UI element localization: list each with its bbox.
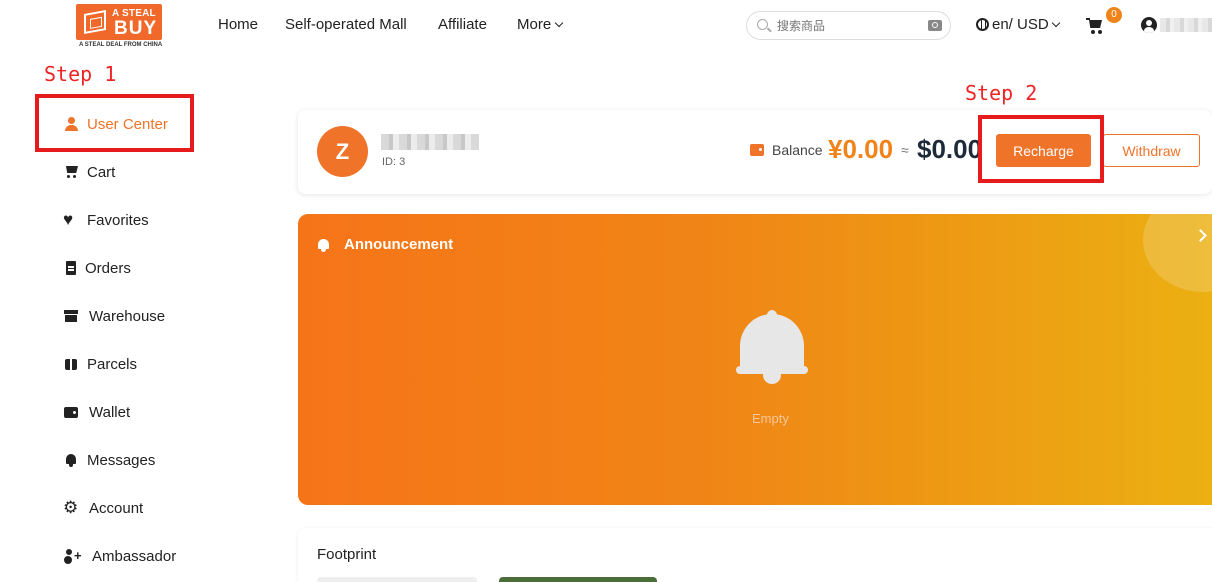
bell-icon [64,453,78,467]
sidebar-item-label: Wallet [89,404,131,421]
language-currency-label: en/ USD [992,16,1049,33]
nav-more-label: More [517,16,552,33]
step-1-highlight-box [35,94,194,152]
empty-bell-icon [736,310,808,388]
logo-box: A STEAL BUY [76,4,162,40]
sidebar-item-label: Warehouse [89,308,166,325]
sidebar-item-account[interactable]: Account [63,497,144,520]
chevron-down-icon [554,18,564,28]
step-2-highlight-box [978,115,1104,183]
balance-cny: ¥0.00 [828,134,894,164]
heart-icon [63,209,78,231]
logo-tagline: A STEAL DEAL FROM CHINA [79,42,163,48]
announcement-panel: Announcement Empty [298,214,1212,505]
balance-usd: $0.00 [917,134,983,164]
footprint-product-thumbnail[interactable] [499,577,657,582]
parcel-icon [64,357,78,371]
sidebar-item-wallet[interactable]: Wallet [64,402,130,424]
cart-icon [64,165,78,179]
sidebar-item-cart[interactable]: Cart [64,162,115,184]
user-account-icon[interactable] [1141,17,1157,33]
cart-count-badge: 0 [1106,7,1122,23]
sidebar-item-label: Messages [87,452,156,469]
wallet-icon [64,405,78,419]
chevron-down-icon [1051,18,1060,28]
sidebar-item-label: Parcels [87,356,138,373]
decorative-circle [1143,214,1212,292]
sidebar-item-warehouse[interactable]: Warehouse [64,306,165,328]
language-currency-selector[interactable]: en/ USD [976,16,1060,33]
logo-big-text: BUY [114,18,158,39]
approx-symbol: ≈ [901,142,909,158]
logo-box-icon [84,10,106,34]
sidebar-item-label: Cart [87,164,116,181]
username-blurred[interactable] [1160,18,1212,32]
camera-icon[interactable] [928,20,942,31]
document-icon [64,261,78,275]
gear-icon [63,497,78,519]
sidebar-item-label: Ambassador [92,548,177,565]
balance-label: Balance [772,142,823,158]
footprint-section: Footprint [298,528,1212,582]
withdraw-button[interactable]: Withdraw [1103,134,1200,167]
site-logo[interactable]: A STEAL BUY A STEAL DEAL FROM CHINA [76,4,162,50]
footprint-title: Footprint [317,546,377,563]
nav-affiliate[interactable]: Affiliate [438,16,487,33]
sidebar-item-ambassador[interactable]: Ambassador [64,545,177,568]
sidebar-item-label: Orders [85,260,131,277]
sidebar-item-favorites[interactable]: Favorites [63,209,149,232]
bell-icon [317,238,331,252]
step-1-label: Step 1 [44,62,117,86]
avatar[interactable]: Z [317,126,368,177]
add-user-icon [64,545,82,567]
sidebar-item-orders[interactable]: Orders [64,258,131,280]
cart-icon[interactable] [1086,18,1104,34]
step-2-label: Step 2 [965,81,1038,105]
globe-icon [976,18,989,31]
search-input[interactable] [777,16,917,36]
nav-more[interactable]: More [517,16,564,33]
search-icon[interactable] [757,19,768,30]
empty-state-text: Empty [752,411,789,426]
username-blurred [381,134,479,150]
nav-self-operated-mall[interactable]: Self-operated Mall [285,16,407,33]
sidebar-item-messages[interactable]: Messages [64,450,155,472]
sidebar-item-parcels[interactable]: Parcels [64,354,137,376]
nav-home[interactable]: Home [218,16,258,33]
user-id: ID: 3 [382,156,406,168]
sidebar-item-label: Favorites [87,212,149,229]
footprint-product-thumbnail[interactable] [317,577,477,582]
search-bar [746,11,951,40]
announcement-title: Announcement [344,236,454,253]
top-header: A STEAL BUY A STEAL DEAL FROM CHINA Home… [0,0,1212,52]
box-icon [64,309,78,323]
sidebar-item-label: Account [89,500,144,517]
wallet-icon [750,144,764,156]
